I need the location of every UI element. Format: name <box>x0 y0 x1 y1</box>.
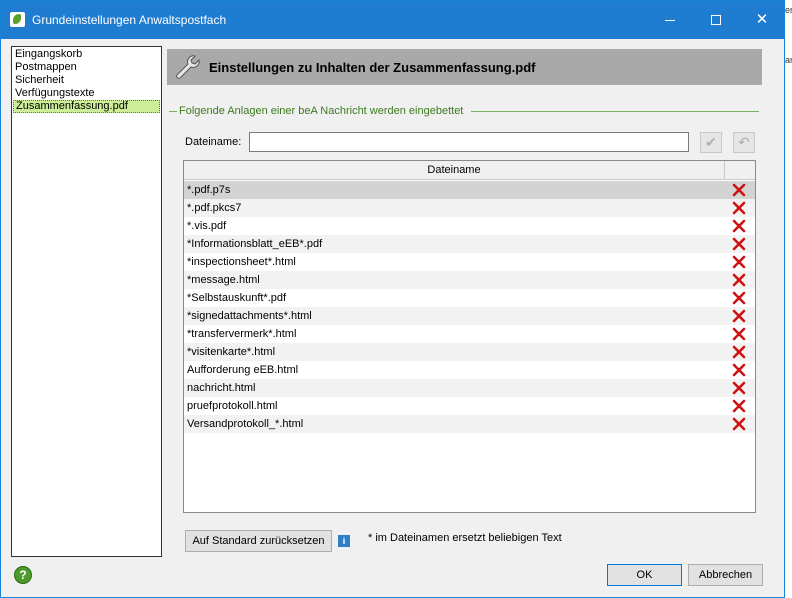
filename-cell: *.pdf.p7s <box>187 184 231 196</box>
table-row[interactable]: *.pdf.p7s <box>184 181 755 199</box>
nav-item-verfuegungstexte[interactable]: Verfügungstexte <box>13 87 160 100</box>
section-title: Einstellungen zu Inhalten der Zusammenfa… <box>209 60 536 75</box>
background-window-edge: er ar <box>785 0 792 598</box>
table-row[interactable]: *Selbstauskunft*.pdf <box>184 289 755 307</box>
filename-cell: Versandprotokoll_*.html <box>187 418 304 430</box>
close-icon: ✕ <box>755 11 769 28</box>
delete-x-icon[interactable] <box>732 219 746 233</box>
settings-nav-list: Eingangskorb Postmappen Sicherheit Verfü… <box>11 46 162 557</box>
delete-x-icon[interactable] <box>732 255 746 269</box>
delete-x-icon[interactable] <box>732 237 746 251</box>
delete-x-icon[interactable] <box>732 183 746 197</box>
cancel-button[interactable]: Abbrechen <box>688 564 763 586</box>
table-row[interactable]: *visitenkarte*.html <box>184 343 755 361</box>
nav-item-sicherheit[interactable]: Sicherheit <box>13 74 160 87</box>
filename-cell: *visitenkarte*.html <box>187 346 276 358</box>
ok-button[interactable]: OK <box>607 564 682 586</box>
window-title: Grundeinstellungen Anwaltspostfach <box>32 13 227 27</box>
table-row[interactable]: *.vis.pdf <box>184 217 755 235</box>
group-divider <box>169 111 177 112</box>
delete-x-icon[interactable] <box>732 201 746 215</box>
checkmark-icon: ✔ <box>705 134 717 150</box>
table-row[interactable]: *signedattachments*.html <box>184 307 755 325</box>
filename-grid: Dateiname *.pdf.p7s *.pdf.pkcs7 *.vis.pdf *… <box>183 160 756 513</box>
delete-x-icon[interactable] <box>732 327 746 341</box>
table-row[interactable]: *.pdf.pkcs7 <box>184 199 755 217</box>
table-row[interactable]: Aufforderung eEB.html <box>184 361 755 379</box>
filename-cell: *transfervermerk*.html <box>187 328 297 340</box>
filename-cell: *message.html <box>187 274 260 286</box>
nav-item-eingangskorb[interactable]: Eingangskorb <box>13 48 160 61</box>
title-bar[interactable]: Grundeinstellungen Anwaltspostfach ✕ <box>1 1 784 39</box>
undo-icon: ↶ <box>738 134 750 150</box>
delete-x-icon[interactable] <box>732 417 746 431</box>
filename-cell: *inspectionsheet*.html <box>187 256 296 268</box>
undo-button[interactable]: ↶ <box>733 132 755 153</box>
wildcard-note: * im Dateinamen ersetzt beliebigen Text <box>368 532 562 544</box>
minimize-icon <box>665 19 675 21</box>
filename-cell: *.pdf.pkcs7 <box>187 202 242 214</box>
filename-label: Dateiname: <box>185 136 242 148</box>
close-button[interactable]: ✕ <box>739 1 785 39</box>
background-text: er <box>785 5 792 15</box>
delete-x-icon[interactable] <box>732 381 746 395</box>
delete-x-icon[interactable] <box>732 345 746 359</box>
nav-item-postmappen[interactable]: Postmappen <box>13 61 160 74</box>
maximize-icon <box>711 15 721 26</box>
filename-cell: nachricht.html <box>187 382 256 394</box>
nav-item-zusammenfassung[interactable]: Zusammenfassung.pdf <box>13 100 160 113</box>
wrench-icon <box>176 55 200 79</box>
delete-x-icon[interactable] <box>732 399 746 413</box>
filename-cell: *.vis.pdf <box>187 220 227 232</box>
delete-x-icon[interactable] <box>732 273 746 287</box>
background-text: ar <box>785 55 792 65</box>
section-header: Einstellungen zu Inhalten der Zusammenfa… <box>167 49 762 85</box>
filename-cell: Aufforderung eEB.html <box>187 364 299 376</box>
filename-cell: *signedattachments*.html <box>187 310 312 322</box>
filename-input[interactable] <box>249 132 689 152</box>
table-row[interactable]: *message.html <box>184 271 755 289</box>
filename-cell: *Informationsblatt_eEB*.pdf <box>187 238 323 250</box>
grid-header: Dateiname <box>184 161 755 180</box>
group-divider <box>471 111 759 112</box>
reset-defaults-button[interactable]: Auf Standard zurücksetzen <box>185 530 332 552</box>
help-icon[interactable]: ? <box>14 566 32 584</box>
minimize-button[interactable] <box>647 1 693 39</box>
app-leaf-icon <box>10 12 25 27</box>
table-row[interactable]: *Informationsblatt_eEB*.pdf <box>184 235 755 253</box>
dialog-window: Grundeinstellungen Anwaltspostfach ✕ Ein… <box>0 0 785 598</box>
table-row[interactable]: *transfervermerk*.html <box>184 325 755 343</box>
table-row[interactable]: pruefprotokoll.html <box>184 397 755 415</box>
table-row[interactable]: Versandprotokoll_*.html <box>184 415 755 433</box>
table-row[interactable]: *inspectionsheet*.html <box>184 253 755 271</box>
maximize-button[interactable] <box>693 1 739 39</box>
filename-cell: pruefprotokoll.html <box>187 400 278 412</box>
filename-cell: *Selbstauskunft*.pdf <box>187 292 287 304</box>
column-header-dateiname[interactable]: Dateiname <box>184 161 725 179</box>
delete-x-icon[interactable] <box>732 363 746 377</box>
table-row[interactable]: nachricht.html <box>184 379 755 397</box>
delete-x-icon[interactable] <box>732 309 746 323</box>
delete-x-icon[interactable] <box>732 291 746 305</box>
info-icon[interactable]: i <box>338 535 350 547</box>
confirm-button[interactable]: ✔ <box>700 132 722 153</box>
group-label: Folgende Anlagen einer beA Nachricht wer… <box>179 105 464 117</box>
